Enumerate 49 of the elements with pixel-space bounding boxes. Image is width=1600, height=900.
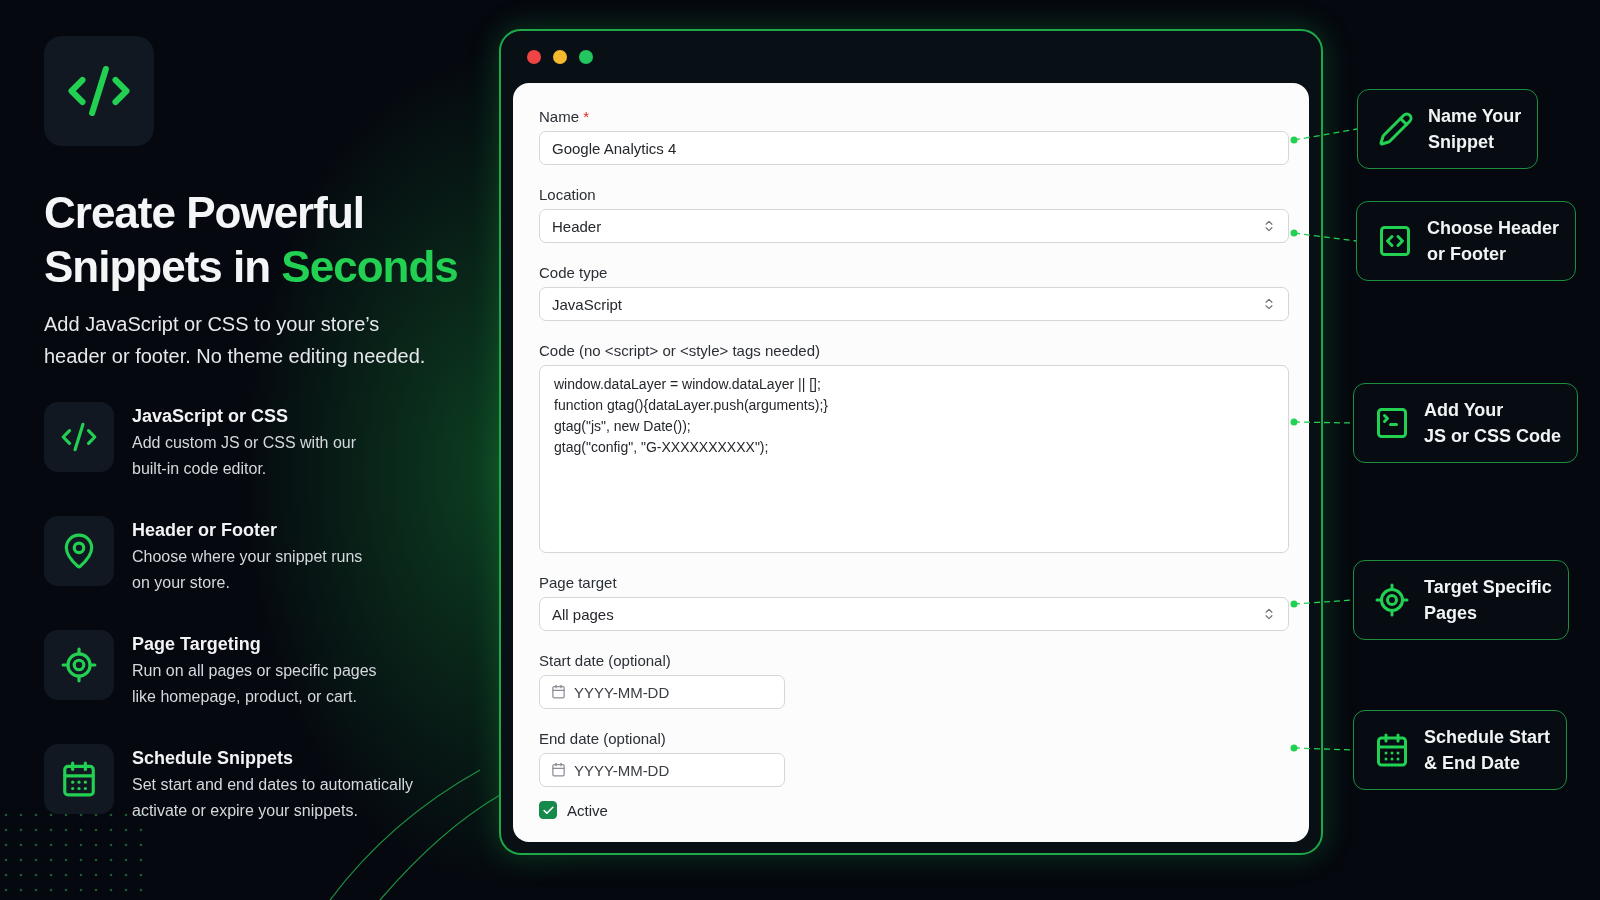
calendar-icon [551, 684, 566, 699]
select-field[interactable]: Header [539, 209, 1289, 243]
calendar-icon [1374, 732, 1410, 768]
leader-line [1290, 229, 1357, 242]
terminal-icon [1374, 405, 1410, 441]
feature-description: Add custom JS or CSS with our built-in code editor. [132, 433, 357, 479]
select-field[interactable]: JavaScript [539, 287, 1289, 321]
callout-text: Target Specific Pages [1424, 576, 1552, 625]
chevrons-icon [1262, 297, 1276, 311]
calendar-icon [60, 760, 98, 798]
headline: Create Powerful Snippets in Seconds [44, 187, 459, 293]
callout-text: Name Your Snippet [1428, 105, 1522, 154]
target-icon [1374, 582, 1410, 618]
feature-description: Set start and end dates to automatically activate or expire your snippets. [132, 775, 414, 821]
checkbox-label: Active [567, 801, 608, 819]
feature-title: Page Targeting [132, 633, 262, 656]
chevrons-icon [1262, 219, 1276, 233]
callout-text: Add Your JS or CSS Code [1424, 399, 1562, 448]
callout-text: Schedule Start & End Date [1424, 726, 1551, 775]
field-label: Location [539, 185, 597, 205]
calendar-icon [551, 762, 566, 777]
field-label: Start date (optional) [539, 651, 672, 671]
code-icon [1377, 223, 1413, 259]
subtitle: Add JavaScript or CSS to your store’s header or footer. No theme editing needed. [44, 312, 427, 369]
feature-title: JavaScript or CSS [132, 405, 290, 428]
field-label: Page target [539, 573, 618, 593]
feature-title: Header or Footer [132, 519, 279, 542]
field-label: Code (no <script> or <style> tags needed) [539, 341, 821, 361]
minimize-dot[interactable] [553, 50, 567, 64]
field-label: End date (optional) [539, 729, 667, 749]
check-icon [541, 803, 555, 817]
pencil-icon [1378, 111, 1414, 147]
select-field[interactable]: All pages [539, 597, 1289, 631]
checkbox[interactable] [539, 801, 557, 819]
leader-line [1290, 128, 1358, 144]
feature-description: Choose where your snippet runs on your store. [132, 547, 363, 593]
date-field[interactable]: YYYY-MM-DD [539, 675, 785, 709]
field-label: Code type [539, 263, 609, 283]
close-dot[interactable] [527, 50, 541, 64]
feature-description: Run on all pages or specific pages like homepage, product, or cart. [132, 661, 377, 707]
callout-text: Choose Header or Footer [1427, 217, 1560, 266]
field-label: Name * [539, 107, 591, 127]
code-field[interactable]: window.dataLayer = window.dataLayer || []; function gtag(){dataLayer.push(arguments);} gtag("js", new Date()); gtag("config", "G-XXXXXXXXXX"); [539, 365, 1289, 553]
chevrons-icon [1262, 607, 1276, 621]
date-field[interactable]: YYYY-MM-DD [539, 753, 785, 787]
target-icon [60, 646, 98, 684]
feature-title: Schedule Snippets [132, 747, 295, 770]
maximize-dot[interactable] [579, 50, 593, 64]
text-field[interactable]: Google Analytics 4 [539, 131, 1289, 165]
